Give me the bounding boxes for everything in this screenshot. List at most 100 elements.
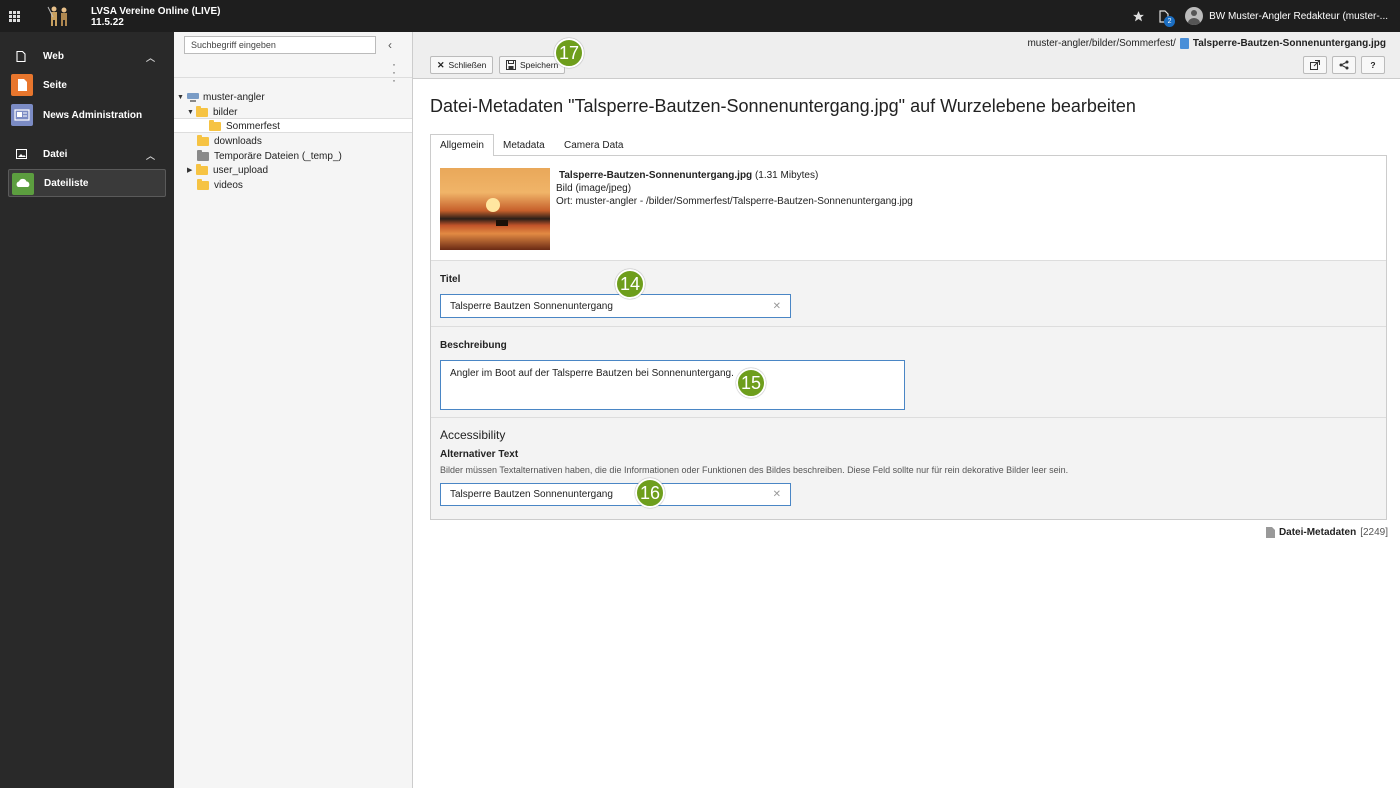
alt-text-label: Alternativer Text [440, 449, 519, 460]
notifications-button[interactable]: 2 [1151, 0, 1177, 32]
nav-item-seite[interactable]: Seite [8, 71, 166, 99]
tree-node-root[interactable]: ▼ muster-angler [177, 90, 265, 104]
divider [174, 77, 412, 78]
tab-panel-allgemein: Talsperre-Bautzen-Sonnenuntergang.jpg (1… [430, 156, 1387, 520]
nav-group-web[interactable]: Web ︿ [0, 45, 174, 67]
page-title: Datei-Metadaten "Talsperre-Bautzen-Sonne… [430, 96, 1136, 116]
tree-node-user-upload[interactable]: ▶ user_upload [187, 163, 268, 177]
description-label: Beschreibung [440, 340, 507, 351]
close-button[interactable]: ✕ Schließen [430, 56, 494, 74]
record-info: Datei-Metadaten [2249] [1265, 527, 1388, 538]
tab-metadata[interactable]: Metadata [494, 134, 554, 156]
close-icon: ✕ [437, 59, 445, 70]
nav-item-label: Dateiliste [44, 177, 89, 189]
chevron-up-icon: ︿ [146, 151, 156, 161]
tree-node-label: videos [214, 179, 243, 191]
clear-field-icon[interactable]: ✕ [773, 489, 781, 500]
document-icon [1265, 527, 1275, 538]
filelist-module-icon [12, 173, 34, 195]
section-description: Beschreibung Angler im Boot auf der Tals… [431, 326, 1386, 417]
breadcrumb: muster-angler/bilder/Sommerfest/ Talsper… [1027, 38, 1386, 49]
collapse-panel-icon[interactable]: ‹ [388, 38, 392, 52]
section-accessibility: Accessibility Alternativer Text Bilder m… [431, 417, 1386, 519]
folder-icon [196, 163, 208, 175]
app-name: LVSA Vereine Online (LIVE) [91, 6, 221, 17]
section-title: Titel Talsperre Bautzen Sonnenuntergang … [431, 260, 1386, 326]
logo-icon [47, 6, 67, 26]
tree-node-sommerfest[interactable]: Sommerfest [209, 119, 280, 133]
tab-allgemein[interactable]: Allgemein [430, 134, 494, 157]
close-button-label: Schließen [448, 60, 487, 70]
accessibility-heading: Accessibility [440, 428, 506, 442]
folder-tree-panel: ‹ ··· ▼ muster-angler ▼ bilder Sommerfes… [174, 32, 413, 788]
storage-icon [187, 92, 199, 102]
nav-group-label: Web [43, 51, 64, 62]
open-new-window-button[interactable] [1303, 56, 1327, 74]
nav-item-news[interactable]: News Administration [8, 101, 166, 129]
share-icon [1339, 60, 1349, 70]
tree-node-label: downloads [214, 135, 262, 147]
content-area: ✕ Schließen Speichern muster-angler/bild… [413, 32, 1400, 788]
tree-node-temp[interactable]: Temporäre Dateien (_temp_) [197, 149, 342, 163]
expand-toggle-icon[interactable]: ▼ [187, 109, 196, 116]
help-button[interactable]: ? [1361, 56, 1385, 74]
nav-item-label: News Administration [43, 109, 143, 121]
step-marker-14: 14 [615, 269, 645, 299]
title-label: Titel [440, 274, 461, 285]
app-version: 11.5.22 [91, 17, 124, 28]
folder-icon [209, 119, 221, 131]
alt-text-value: Talsperre Bautzen Sonnenuntergang [450, 489, 613, 500]
title-field[interactable]: Talsperre Bautzen Sonnenuntergang ✕ [440, 294, 791, 318]
step-marker-17: 17 [554, 38, 584, 68]
user-menu[interactable]: BW Muster-Angler Redakteur (muster-... [1177, 0, 1400, 32]
expand-toggle-icon[interactable]: ▼ [177, 94, 186, 101]
tab-camera-data[interactable]: Camera Data [555, 134, 632, 156]
folder-icon [197, 149, 209, 161]
description-textarea[interactable]: Angler im Boot auf der Talsperre Bautzen… [440, 360, 905, 410]
image-icon [16, 149, 27, 159]
save-icon [506, 60, 516, 70]
tree-node-downloads[interactable]: downloads [197, 134, 262, 148]
record-id: [2249] [1360, 527, 1388, 538]
nav-item-label: Seite [43, 79, 67, 91]
tree-node-label: Temporäre Dateien (_temp_) [214, 150, 342, 162]
topbar-actions: 2 BW Muster-Angler Redakteur (muster-... [1125, 0, 1400, 32]
alt-text-help: Bilder müssen Textalternativen haben, di… [440, 465, 1069, 475]
nav-group-label: Datei [43, 149, 68, 160]
chevron-up-icon: ︿ [146, 53, 156, 63]
topbar: LVSA Vereine Online (LIVE) 11.5.22 2 BW … [0, 0, 1400, 32]
file-location: Ort: muster-angler - /bilder/Sommerfest/… [556, 196, 913, 207]
folder-icon [196, 105, 208, 117]
external-link-icon [1310, 60, 1320, 70]
tree-menu-icon[interactable]: · · · [392, 58, 396, 86]
title-field-value: Talsperre Bautzen Sonnenuntergang [450, 300, 613, 312]
help-icon: ? [1370, 60, 1376, 70]
tree-node-label: muster-angler [203, 91, 265, 103]
share-button[interactable] [1332, 56, 1356, 74]
file-info: Talsperre-Bautzen-Sonnenuntergang.jpg (1… [556, 169, 913, 208]
save-button-label: Speichern [520, 60, 559, 70]
expand-toggle-icon[interactable]: ▶ [187, 166, 196, 174]
file-name: Talsperre-Bautzen-Sonnenuntergang.jpg [559, 170, 753, 181]
clear-field-icon[interactable]: ✕ [773, 301, 781, 312]
tree-node-videos[interactable]: videos [197, 178, 243, 192]
file-size: (1.31 Mibytes) [754, 170, 819, 181]
news-module-icon [11, 104, 33, 126]
tree-node-bilder[interactable]: ▼ bilder [187, 105, 237, 119]
tree-search-input[interactable] [184, 36, 376, 54]
notification-badge: 2 [1164, 16, 1176, 27]
nav-item-dateiliste[interactable]: Dateiliste [8, 169, 166, 197]
alt-text-field[interactable]: Talsperre Bautzen Sonnenuntergang ✕ [440, 483, 791, 506]
app-menu-grid-icon[interactable] [0, 0, 28, 32]
tree-node-label: bilder [213, 106, 238, 118]
bookmark-star-icon[interactable] [1125, 0, 1151, 32]
description-value: Angler im Boot auf der Talsperre Bautzen… [450, 368, 734, 379]
breadcrumb-path[interactable]: muster-angler/bilder/Sommerfest/ [1027, 38, 1175, 49]
breadcrumb-file: Talsperre-Bautzen-Sonnenuntergang.jpg [1192, 38, 1386, 49]
avatar [1185, 7, 1204, 25]
page-icon [16, 51, 26, 62]
module-sidebar: Web ︿ Seite News Administration Datei ︿ … [0, 32, 174, 788]
file-icon [1179, 38, 1189, 49]
folder-icon [197, 178, 209, 190]
nav-group-datei[interactable]: Datei ︿ [0, 143, 174, 165]
